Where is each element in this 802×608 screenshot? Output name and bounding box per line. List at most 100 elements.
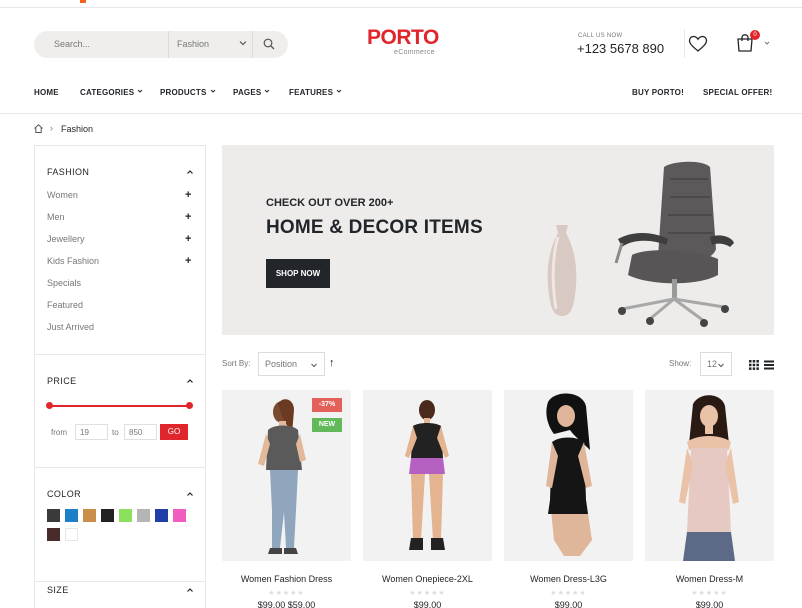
chevron-down-icon xyxy=(137,89,143,93)
logo[interactable]: PORTO eCommerce xyxy=(367,27,439,61)
chevron-down-icon xyxy=(718,363,724,368)
price-go-button[interactable]: GO xyxy=(160,424,188,440)
sort-by-value: Position xyxy=(265,359,298,369)
sidebar-filters: FASHION Women + Men + Jewellery + Kids F… xyxy=(34,145,206,608)
product-rating: ★★★★★ xyxy=(691,590,728,597)
price-filter-title[interactable]: PRICE xyxy=(47,376,77,386)
expand-men-icon[interactable]: + xyxy=(185,211,191,223)
promo-banner[interactable]: CHECK OUT OVER 200+ HOME & DECOR ITEMS S… xyxy=(222,145,774,335)
discount-badge: -37% xyxy=(312,398,342,412)
price-min-input[interactable]: 19 xyxy=(75,424,108,440)
category-just-arrived[interactable]: Just Arrived xyxy=(47,322,94,332)
cart-chevron-down-icon[interactable] xyxy=(764,40,770,46)
search-icon xyxy=(263,38,275,50)
nav-item-home[interactable]: HOME xyxy=(34,88,59,97)
product-price: $99.00 xyxy=(554,600,583,608)
nav-item-buy-porto[interactable]: BUY PORTO! xyxy=(632,88,684,97)
chevron-up-icon[interactable] xyxy=(186,377,194,385)
category-jewellery[interactable]: Jewellery xyxy=(47,234,85,244)
price-from-label: from xyxy=(51,428,67,437)
color-swatch[interactable] xyxy=(47,528,60,541)
color-swatch[interactable] xyxy=(137,509,150,522)
color-swatch[interactable] xyxy=(101,509,114,522)
fashion-filter-title[interactable]: FASHION xyxy=(47,167,89,177)
breadcrumb-current: Fashion xyxy=(61,124,94,134)
show-count-select[interactable]: 12 xyxy=(700,352,732,376)
model-photo xyxy=(679,395,739,561)
product-name[interactable]: Women Dress-L3G xyxy=(504,574,633,584)
list-view-icon[interactable] xyxy=(764,360,774,370)
nav-item-features[interactable]: FEATURES xyxy=(289,88,342,97)
chevron-up-icon[interactable] xyxy=(186,168,194,176)
category-women[interactable]: Women xyxy=(47,190,78,200)
show-count-value: 12 xyxy=(707,359,718,369)
size-filter-title[interactable]: SIZE xyxy=(47,585,69,595)
color-swatch[interactable] xyxy=(83,509,96,522)
price-max-handle[interactable] xyxy=(186,402,193,409)
category-featured[interactable]: Featured xyxy=(47,300,83,310)
product-name[interactable]: Women Onepiece-2XL xyxy=(363,574,492,584)
category-men[interactable]: Men xyxy=(47,212,65,222)
cart-count-badge: 0 xyxy=(750,30,760,40)
nav-item-label: FEATURES xyxy=(289,88,334,97)
color-filter-title[interactable]: COLOR xyxy=(47,489,81,499)
expand-jewellery-icon[interactable]: + xyxy=(185,233,191,245)
expand-kids-fashion-icon[interactable]: + xyxy=(185,255,191,267)
sort-by-select[interactable]: Position xyxy=(258,352,325,376)
color-filter-section: COLOR xyxy=(35,468,205,582)
search-button[interactable] xyxy=(252,31,284,58)
nav-item-label: HOME xyxy=(34,88,59,97)
sort-direction-arrow-icon[interactable]: ↑ xyxy=(329,357,335,369)
color-swatch[interactable] xyxy=(65,528,78,541)
header-divider xyxy=(684,29,685,58)
color-swatch[interactable] xyxy=(47,509,60,522)
product-rating: ★★★★★ xyxy=(550,590,587,597)
expand-women-icon[interactable]: + xyxy=(185,189,191,201)
price-max-input[interactable]: 850 xyxy=(124,424,157,440)
chevron-down-icon xyxy=(265,89,270,93)
product-rating: ★★★★★ xyxy=(268,590,305,597)
price-min-handle[interactable] xyxy=(46,402,53,409)
top-bar-accent xyxy=(80,0,86,3)
color-swatch[interactable] xyxy=(173,509,186,522)
category-kids-fashion[interactable]: Kids Fashion xyxy=(47,256,99,266)
nav-item-label: PAGES xyxy=(233,88,262,97)
sort-by-label: Sort By: xyxy=(222,359,251,368)
home-icon[interactable] xyxy=(33,123,44,134)
model-photo xyxy=(405,400,449,550)
product-rating: ★★★★★ xyxy=(409,590,446,597)
product-name[interactable]: Women Fashion Dress xyxy=(222,574,351,584)
logo-text: PORTO xyxy=(367,26,439,49)
category-specials[interactable]: Specials xyxy=(47,278,81,288)
product-image-women-dress-m[interactable] xyxy=(645,390,774,561)
logo-subtitle: eCommerce xyxy=(394,49,435,56)
chevron-up-icon[interactable] xyxy=(186,490,194,498)
banner-line1: CHECK OUT OVER 200+ xyxy=(266,197,394,209)
product-name[interactable]: Women Dress-M xyxy=(645,574,774,584)
product-image-women-onepiece[interactable] xyxy=(363,390,492,561)
category-select[interactable]: Fashion xyxy=(168,31,256,58)
nav-item-products[interactable]: PRODUCTS xyxy=(160,88,216,97)
size-filter-section: SIZE xyxy=(35,582,205,608)
search-input[interactable]: Search... xyxy=(54,39,90,49)
new-badge: NEW xyxy=(312,418,342,432)
price-range-slider[interactable] xyxy=(46,402,193,409)
phone-number[interactable]: +123 5678 890 xyxy=(577,41,664,56)
chevron-down-icon xyxy=(239,41,247,46)
product-image-women-fashion-dress[interactable]: -37% NEW xyxy=(222,390,351,561)
grid-view-icon[interactable] xyxy=(749,360,759,370)
chevron-down-icon xyxy=(210,89,215,93)
nav-item-categories[interactable]: CATEGORIES xyxy=(80,88,143,97)
color-swatch[interactable] xyxy=(119,509,132,522)
shop-now-button[interactable]: SHOP NOW xyxy=(266,259,330,288)
main-nav: HOME CATEGORIES PRODUCTS PAGES FEATURES … xyxy=(0,82,802,114)
nav-item-pages[interactable]: PAGES xyxy=(233,88,270,97)
price-to-label: to xyxy=(112,428,119,437)
color-swatch[interactable] xyxy=(155,509,168,522)
wishlist-heart-icon[interactable] xyxy=(688,35,708,53)
nav-item-special-offer[interactable]: SPECIAL OFFER! xyxy=(703,88,772,97)
chevron-down-icon xyxy=(336,89,342,93)
color-swatch[interactable] xyxy=(65,509,78,522)
product-image-women-dress-l3g[interactable] xyxy=(504,390,633,561)
chevron-up-icon[interactable] xyxy=(186,586,194,594)
